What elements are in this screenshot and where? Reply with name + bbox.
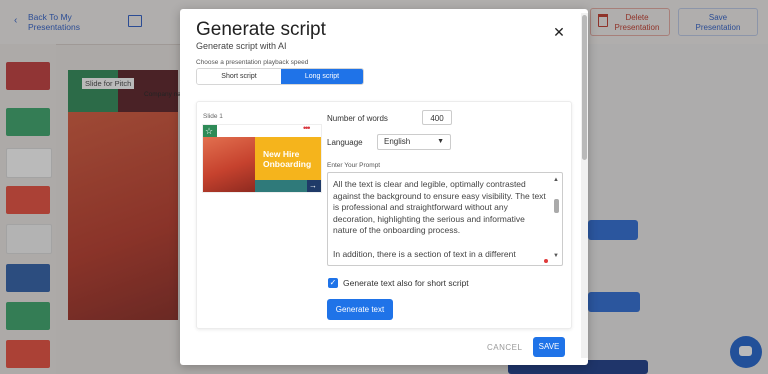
- slide-label: Slide 1: [203, 113, 223, 120]
- save-button[interactable]: SAVE: [533, 337, 565, 357]
- prompt-textarea[interactable]: All the text is clear and legible, optim…: [327, 172, 563, 266]
- indicator-dot: [544, 259, 548, 263]
- slide-thumbnail: ☆ ••• New Hire Onboarding →: [202, 124, 322, 193]
- language-value: English: [384, 137, 411, 146]
- short-script-checkbox-label: Generate text also for short script: [343, 278, 469, 288]
- short-script-option[interactable]: Short script: [197, 69, 281, 84]
- scroll-down-icon[interactable]: ▼: [553, 253, 559, 259]
- generate-text-button[interactable]: Generate text: [327, 299, 393, 320]
- generate-script-modal: Generate script Generate script with AI …: [180, 9, 588, 365]
- thumb-photo: [203, 137, 255, 192]
- chevron-down-icon: ▼: [437, 138, 444, 145]
- words-label: Number of words: [327, 114, 388, 123]
- star-icon: ☆: [205, 126, 214, 136]
- speed-toggle: Short script Long script: [196, 68, 364, 85]
- scroll-up-icon[interactable]: ▲: [553, 177, 559, 183]
- cancel-button[interactable]: CANCEL: [487, 343, 522, 352]
- short-script-checkbox[interactable]: ✓: [328, 278, 338, 288]
- language-label: Language: [327, 138, 363, 147]
- language-select[interactable]: English ▼: [377, 134, 451, 150]
- modal-subtitle: Generate script with AI: [196, 41, 287, 51]
- words-input[interactable]: 400: [422, 110, 452, 125]
- long-script-option[interactable]: Long script: [281, 69, 363, 84]
- modal-title: Generate script: [196, 19, 326, 40]
- textarea-scrollbar-thumb[interactable]: [554, 199, 559, 213]
- dots-icon: •••: [303, 124, 311, 133]
- arrow-right-icon: →: [309, 181, 317, 190]
- textarea-scrollbar[interactable]: ▲ ▼: [553, 177, 560, 261]
- prompt-text: All the text is clear and legible, optim…: [333, 179, 546, 259]
- thumb-footer: [255, 180, 307, 192]
- slide-script-card: Slide 1 ☆ ••• New Hire Onboarding → Numb…: [196, 101, 572, 329]
- prompt-label: Enter Your Prompt: [327, 162, 381, 169]
- speed-label: Choose a presentation playback speed: [196, 59, 309, 66]
- modal-scrollbar-thumb[interactable]: [582, 15, 587, 160]
- close-icon[interactable]: ✕: [552, 25, 566, 39]
- thumb-title: New Hire Onboarding: [263, 149, 312, 169]
